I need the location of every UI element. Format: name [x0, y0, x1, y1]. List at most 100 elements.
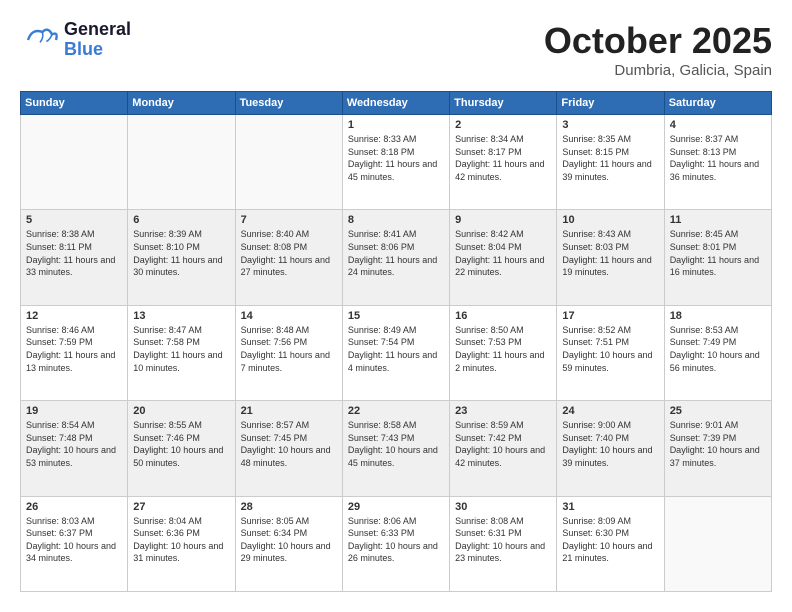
cell-text: Sunrise: 8:43 AM Sunset: 8:03 PM Dayligh… [562, 228, 658, 278]
calendar-cell [21, 115, 128, 210]
cell-text: Sunrise: 8:59 AM Sunset: 7:42 PM Dayligh… [455, 419, 551, 469]
day-number: 18 [670, 310, 766, 322]
cell-text: Sunrise: 8:09 AM Sunset: 6:30 PM Dayligh… [562, 515, 658, 565]
calendar-cell: 10 Sunrise: 8:43 AM Sunset: 8:03 PM Dayli… [557, 210, 664, 305]
cell-text: Sunrise: 8:33 AM Sunset: 8:18 PM Dayligh… [348, 133, 444, 183]
calendar-cell: 26 Sunrise: 8:03 AM Sunset: 6:37 PM Dayli… [21, 496, 128, 591]
cell-text: Sunrise: 8:57 AM Sunset: 7:45 PM Dayligh… [241, 419, 337, 469]
cell-text: Sunrise: 8:54 AM Sunset: 7:48 PM Dayligh… [26, 419, 122, 469]
calendar-cell: 11 Sunrise: 8:45 AM Sunset: 8:01 PM Dayli… [664, 210, 771, 305]
day-number: 8 [348, 214, 444, 226]
calendar-cell: 9Sunrise: 8:42 AM Sunset: 8:04 PM Daylig… [450, 210, 557, 305]
calendar-cell [235, 115, 342, 210]
cell-text: Sunrise: 8:06 AM Sunset: 6:33 PM Dayligh… [348, 515, 444, 565]
logo-general: General [64, 20, 131, 40]
day-header-tuesday: Tuesday [235, 92, 342, 115]
day-number: 3 [562, 119, 658, 131]
day-header-friday: Friday [557, 92, 664, 115]
day-number: 29 [348, 501, 444, 513]
day-number: 20 [133, 405, 229, 417]
cell-text: Sunrise: 8:49 AM Sunset: 7:54 PM Dayligh… [348, 324, 444, 374]
calendar-cell: 23Sunrise: 8:59 AM Sunset: 7:42 PM Dayli… [450, 401, 557, 496]
day-number: 10 [562, 214, 658, 226]
calendar-cell: 17 Sunrise: 8:52 AM Sunset: 7:51 PM Dayli… [557, 305, 664, 400]
cell-text: Sunrise: 8:46 AM Sunset: 7:59 PM Dayligh… [26, 324, 122, 374]
calendar-cell: 3 Sunrise: 8:35 AM Sunset: 8:15 PM Daylig… [557, 115, 664, 210]
calendar-cell: 20Sunrise: 8:55 AM Sunset: 7:46 PM Dayli… [128, 401, 235, 496]
day-header-saturday: Saturday [664, 92, 771, 115]
calendar-cell: 28Sunrise: 8:05 AM Sunset: 6:34 PM Dayli… [235, 496, 342, 591]
header: General Blue October 2025 Dumbria, Galic… [20, 20, 772, 79]
day-number: 17 [562, 310, 658, 322]
day-number: 5 [26, 214, 122, 226]
calendar-cell: 6 Sunrise: 8:39 AM Sunset: 8:10 PM Daylig… [128, 210, 235, 305]
day-number: 2 [455, 119, 551, 131]
day-number: 12 [26, 310, 122, 322]
calendar-cell: 5 Sunrise: 8:38 AM Sunset: 8:11 PM Daylig… [21, 210, 128, 305]
day-number: 27 [133, 501, 229, 513]
day-header-sunday: Sunday [21, 92, 128, 115]
cell-text: Sunrise: 8:47 AM Sunset: 7:58 PM Dayligh… [133, 324, 229, 374]
day-number: 14 [241, 310, 337, 322]
day-header-monday: Monday [128, 92, 235, 115]
day-number: 21 [241, 405, 337, 417]
week-row-5: 26 Sunrise: 8:03 AM Sunset: 6:37 PM Dayli… [21, 496, 772, 591]
cell-text: Sunrise: 8:08 AM Sunset: 6:31 PM Dayligh… [455, 515, 551, 565]
cell-text: Sunrise: 8:04 AM Sunset: 6:36 PM Dayligh… [133, 515, 229, 565]
day-number: 9 [455, 214, 551, 226]
day-number: 16 [455, 310, 551, 322]
calendar-cell [128, 115, 235, 210]
cell-text: Sunrise: 9:00 AM Sunset: 7:40 PM Dayligh… [562, 419, 658, 469]
day-number: 31 [562, 501, 658, 513]
calendar-cell: 4 Sunrise: 8:37 AM Sunset: 8:13 PM Daylig… [664, 115, 771, 210]
location: Dumbria, Galicia, Spain [544, 62, 772, 79]
cell-text: Sunrise: 8:40 AM Sunset: 8:08 PM Dayligh… [241, 228, 337, 278]
logo-icon [20, 20, 60, 60]
calendar-cell: 24Sunrise: 9:00 AM Sunset: 7:40 PM Dayli… [557, 401, 664, 496]
day-number: 1 [348, 119, 444, 131]
calendar-cell: 13 Sunrise: 8:47 AM Sunset: 7:58 PM Dayli… [128, 305, 235, 400]
day-header-wednesday: Wednesday [342, 92, 449, 115]
cell-text: Sunrise: 8:05 AM Sunset: 6:34 PM Dayligh… [241, 515, 337, 565]
cell-text: Sunrise: 8:35 AM Sunset: 8:15 PM Dayligh… [562, 133, 658, 183]
calendar-cell: 27 Sunrise: 8:04 AM Sunset: 6:36 PM Dayli… [128, 496, 235, 591]
cell-text: Sunrise: 8:45 AM Sunset: 8:01 PM Dayligh… [670, 228, 766, 278]
calendar-cell: 12 Sunrise: 8:46 AM Sunset: 7:59 PM Dayli… [21, 305, 128, 400]
calendar-cell: 29 Sunrise: 8:06 AM Sunset: 6:33 PM Dayli… [342, 496, 449, 591]
week-row-1: 1 Sunrise: 8:33 AM Sunset: 8:18 PM Daylig… [21, 115, 772, 210]
calendar-cell [664, 496, 771, 591]
calendar-cell: 8Sunrise: 8:41 AM Sunset: 8:06 PM Daylig… [342, 210, 449, 305]
calendar-cell: 7Sunrise: 8:40 AM Sunset: 8:08 PM Daylig… [235, 210, 342, 305]
calendar-cell: 14 Sunrise: 8:48 AM Sunset: 7:56 PM Dayli… [235, 305, 342, 400]
day-number: 6 [133, 214, 229, 226]
month-title: October 2025 [544, 20, 772, 62]
calendar-cell: 31 Sunrise: 8:09 AM Sunset: 6:30 PM Dayli… [557, 496, 664, 591]
cell-text: Sunrise: 8:58 AM Sunset: 7:43 PM Dayligh… [348, 419, 444, 469]
cell-text: Sunrise: 8:53 AM Sunset: 7:49 PM Dayligh… [670, 324, 766, 374]
cell-text: Sunrise: 8:50 AM Sunset: 7:53 PM Dayligh… [455, 324, 551, 374]
calendar-cell: 18 Sunrise: 8:53 AM Sunset: 7:49 PM Dayli… [664, 305, 771, 400]
day-number: 22 [348, 405, 444, 417]
calendar-header: SundayMondayTuesdayWednesdayThursdayFrid… [21, 92, 772, 115]
cell-text: Sunrise: 8:03 AM Sunset: 6:37 PM Dayligh… [26, 515, 122, 565]
cell-text: Sunrise: 8:39 AM Sunset: 8:10 PM Dayligh… [133, 228, 229, 278]
cell-text: Sunrise: 8:37 AM Sunset: 8:13 PM Dayligh… [670, 133, 766, 183]
week-row-4: 19Sunrise: 8:54 AM Sunset: 7:48 PM Dayli… [21, 401, 772, 496]
day-number: 26 [26, 501, 122, 513]
cell-text: Sunrise: 8:34 AM Sunset: 8:17 PM Dayligh… [455, 133, 551, 183]
day-number: 4 [670, 119, 766, 131]
day-number: 15 [348, 310, 444, 322]
cell-text: Sunrise: 8:52 AM Sunset: 7:51 PM Dayligh… [562, 324, 658, 374]
cell-text: Sunrise: 9:01 AM Sunset: 7:39 PM Dayligh… [670, 419, 766, 469]
logo-blue: Blue [64, 40, 131, 60]
cell-text: Sunrise: 8:48 AM Sunset: 7:56 PM Dayligh… [241, 324, 337, 374]
cell-text: Sunrise: 8:38 AM Sunset: 8:11 PM Dayligh… [26, 228, 122, 278]
calendar-cell: 25Sunrise: 9:01 AM Sunset: 7:39 PM Dayli… [664, 401, 771, 496]
day-header-thursday: Thursday [450, 92, 557, 115]
calendar: SundayMondayTuesdayWednesdayThursdayFrid… [20, 91, 772, 592]
week-row-2: 5 Sunrise: 8:38 AM Sunset: 8:11 PM Daylig… [21, 210, 772, 305]
day-number: 11 [670, 214, 766, 226]
day-number: 13 [133, 310, 229, 322]
calendar-cell: 2 Sunrise: 8:34 AM Sunset: 8:17 PM Daylig… [450, 115, 557, 210]
header-row: SundayMondayTuesdayWednesdayThursdayFrid… [21, 92, 772, 115]
